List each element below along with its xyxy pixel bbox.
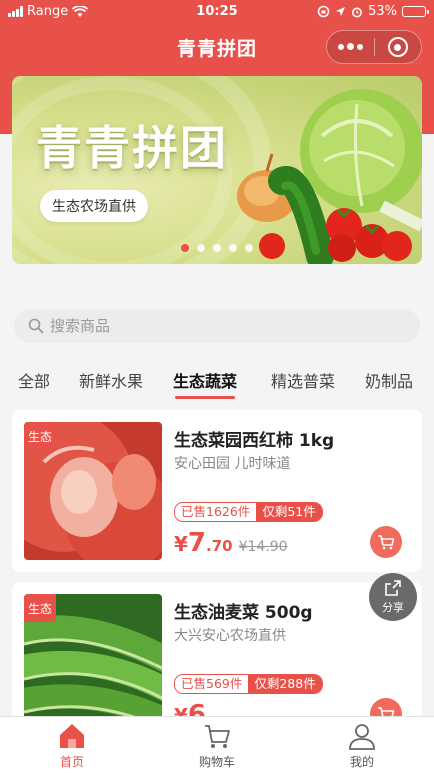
tab-eco-vegetables[interactable]: 生态蔬菜 <box>173 368 237 392</box>
tab-all[interactable]: 全部 <box>18 368 50 392</box>
product-name: 生态菜园西红柿 1kg <box>174 431 335 451</box>
share-label: 分享 <box>382 601 404 614</box>
eco-tag: 生态 <box>24 422 56 450</box>
more-button[interactable] <box>327 43 374 51</box>
share-icon <box>385 580 401 596</box>
status-bar: Range 10:25 53% <box>0 0 434 24</box>
top-bar: Range 10:25 53% 青青拼团 <box>0 0 434 74</box>
tab-selected-vegetables[interactable]: 精选普菜 <box>271 368 335 392</box>
mini-program-capsule <box>326 30 422 64</box>
category-tabs: 全部 新鲜水果 生态蔬菜 精选普菜 奶制品 <box>0 360 434 400</box>
tabbar-profile[interactable]: 我的 <box>322 721 402 770</box>
stock-left: 仅剩51件 <box>256 503 322 521</box>
battery-icon <box>402 6 429 17</box>
product-name: 生态油麦菜 500g <box>174 603 313 623</box>
rotation-lock-icon <box>317 5 330 18</box>
share-button[interactable]: 分享 <box>369 573 417 621</box>
add-to-cart-button[interactable] <box>370 526 402 558</box>
product-card[interactable]: 生态 生态菜园西红柿 1kg 安心田园 儿时味道 已售1626件 仅剩51件 ¥… <box>12 410 422 572</box>
vegetables-image <box>237 89 422 264</box>
product-image-tomato: 生态 <box>24 422 162 560</box>
tabbar-cart[interactable]: 购物车 <box>177 721 257 770</box>
carousel-dot[interactable] <box>213 244 221 252</box>
search-input[interactable] <box>50 317 350 335</box>
cart-icon <box>205 725 230 748</box>
home-icon <box>60 724 84 748</box>
carousel-indicators <box>12 244 422 252</box>
user-icon <box>349 724 375 750</box>
carousel-dot[interactable] <box>181 244 189 252</box>
search-bar[interactable] <box>14 309 420 343</box>
price-currency: ¥ <box>174 532 188 556</box>
tabbar-home[interactable]: 首页 <box>32 721 112 770</box>
sales-badge: 已售1626件 仅剩51件 <box>174 502 323 522</box>
banner-carousel[interactable]: 青青拼团 生态农场直供 <box>12 76 422 264</box>
battery-percent: 53% <box>368 4 397 19</box>
product-subtitle: 安心田园 儿时味道 <box>174 456 291 472</box>
tabbar-profile-label: 我的 <box>349 755 374 769</box>
price-decimal: .70 <box>206 537 233 555</box>
tabbar-home-label: 首页 <box>59 755 84 769</box>
price-integer: 7 <box>187 528 207 558</box>
cart-icon <box>378 535 395 550</box>
original-price: ¥14.90 <box>238 539 288 555</box>
sold-count: 已售569件 <box>175 675 249 693</box>
sales-badge: 已售569件 仅剩288件 <box>174 674 323 694</box>
tab-fresh-fruit[interactable]: 新鲜水果 <box>79 368 143 392</box>
product-subtitle: 大兴安心农场直供 <box>174 628 286 644</box>
banner-section: 青青拼团 生态农场直供 <box>0 74 434 274</box>
carousel-dot[interactable] <box>245 244 253 252</box>
close-circle-icon <box>387 37 408 57</box>
banner-title: 青青拼团 <box>36 121 228 175</box>
banner-tagline: 生态农场直供 <box>40 190 148 222</box>
tabbar-cart-label: 购物车 <box>198 755 235 769</box>
carousel-dot[interactable] <box>197 244 205 252</box>
sold-count: 已售1626件 <box>175 503 257 521</box>
bottom-tab-bar: 首页 购物车 我的 <box>0 716 434 773</box>
search-icon <box>28 318 44 334</box>
close-button[interactable] <box>375 37 421 57</box>
alarm-icon <box>352 7 363 17</box>
product-price: ¥7.70 ¥14.90 <box>174 528 288 558</box>
product-image-lettuce: 生态 <box>24 594 162 732</box>
tab-dairy[interactable]: 奶制品 <box>365 368 413 392</box>
location-icon <box>336 7 346 16</box>
carousel-dot[interactable] <box>229 244 237 252</box>
active-tab-indicator <box>175 396 235 399</box>
eco-tag: 生态 <box>24 594 56 622</box>
stock-left: 仅剩288件 <box>248 675 322 693</box>
